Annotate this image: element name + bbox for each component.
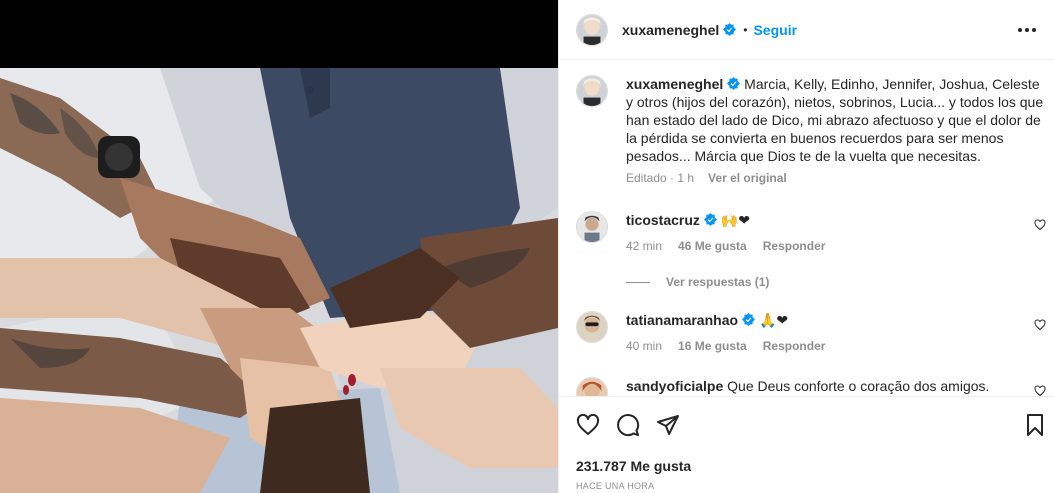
comment-username[interactable]: ticostacruz [626,212,700,228]
like-comment-heart-icon[interactable] [1034,385,1046,396]
comment-text: 🙌❤ [720,212,750,228]
post-timestamp[interactable]: HACE UNA HORA [576,481,654,491]
comment-time: 40 min [626,339,663,353]
save-bookmark-icon[interactable] [1023,413,1047,437]
share-send-icon[interactable] [656,413,680,437]
post-photo[interactable] [0,68,558,493]
comment-item: ticostacruz 🙌❤ 42 min 46 Me gusta Respon… [576,211,1046,253]
separator-dot: • [743,22,748,37]
comment-avatar[interactable] [576,211,608,243]
reply-button[interactable]: Responder [763,339,826,353]
comment-likes[interactable]: 46 Me gusta [678,239,747,253]
post-caption: xuxameneghel Marcia, Kelly, Edinho, Jenn… [576,75,1046,185]
caption-username[interactable]: xuxameneghel [626,76,723,92]
comment-item: tatianamaranhao 🙏❤ 40 min 16 Me gusta Re… [576,311,1046,353]
comment-time: 42 min [626,239,663,253]
more-options-icon[interactable] [1017,22,1037,38]
like-comment-heart-icon[interactable] [1034,319,1046,331]
post-sidebar: xuxameneghel • Seguir xuxameneghel Marci… [558,0,1054,493]
likes-count[interactable]: 231.787 Me gusta [576,458,691,474]
post-photo-panel [0,0,558,493]
comment-bubble-icon[interactable] [616,413,640,437]
comment-username[interactable]: sandyoficialpe [626,378,723,394]
reply-button[interactable]: Responder [763,239,826,253]
comment-text: 🙏❤ [758,312,789,328]
replies-divider-line [626,281,650,283]
view-replies-button[interactable]: Ver respuestas (1) [626,275,769,289]
comment-item: sandyoficialpe Que Deus conforte o coraç… [576,377,1046,396]
comments-list[interactable]: xuxameneghel Marcia, Kelly, Edinho, Jenn… [559,61,1054,396]
comment-avatar[interactable] [576,311,608,343]
post-actions-bar [559,396,1054,452]
follow-button[interactable]: Seguir [753,22,797,38]
avatar[interactable] [576,13,608,46]
like-comment-heart-icon[interactable] [1034,219,1046,231]
caption-edited-time: Editado · 1 h [626,171,695,185]
header-username[interactable]: xuxameneghel [622,22,719,38]
like-heart-icon[interactable] [576,413,600,437]
verified-badge-icon [727,77,741,90]
caption-avatar[interactable] [576,75,608,107]
comment-username[interactable]: tatianamaranhao [626,312,738,328]
post-header: xuxameneghel • Seguir [559,0,1054,60]
verified-badge-icon [703,213,717,226]
comment-text: Que Deus conforte o coração dos amigos. [727,378,990,394]
see-original-link[interactable]: Ver el original [708,171,787,185]
verified-badge-icon [723,23,737,36]
verified-badge-icon [742,313,756,326]
comment-likes[interactable]: 16 Me gusta [678,339,747,353]
view-replies-label: Ver respuestas (1) [666,275,770,289]
comment-avatar[interactable] [576,377,608,396]
